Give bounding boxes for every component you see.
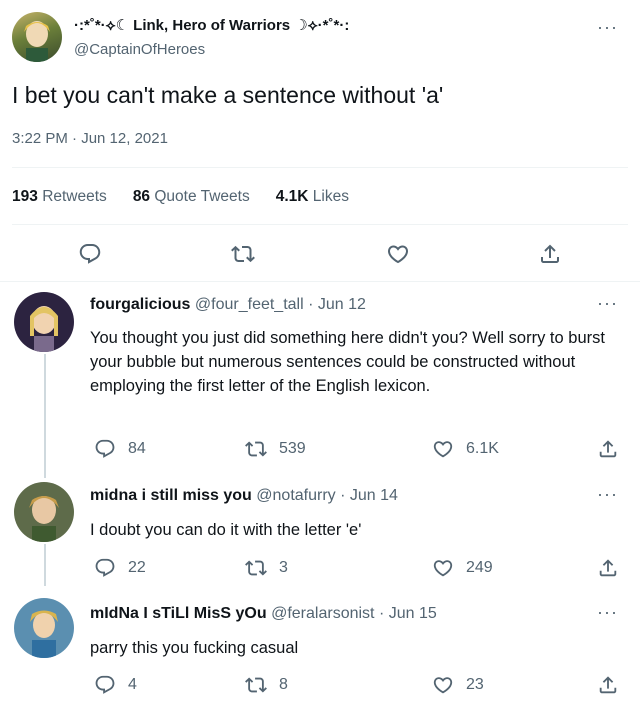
main-tweet-text: I bet you can't make a sentence without … bbox=[12, 82, 444, 108]
retweets-label: Retweets bbox=[42, 188, 107, 205]
more-icon[interactable]: ··· bbox=[597, 294, 618, 312]
reply-display-name[interactable]: midna i still miss you bbox=[90, 487, 252, 504]
share-icon[interactable] bbox=[597, 674, 619, 696]
avatar-image bbox=[30, 610, 58, 658]
reply-text: You thought you just did something here … bbox=[90, 329, 605, 395]
likes-label: Likes bbox=[312, 188, 349, 205]
share-icon[interactable] bbox=[597, 438, 619, 460]
divider bbox=[12, 167, 628, 168]
like-icon[interactable] bbox=[386, 242, 410, 266]
main-display-name[interactable]: ·:*˚*·⟡☾ Link, Hero of Warriors ☽⟡·*˚*·: bbox=[74, 16, 349, 34]
reply-icon[interactable]: 84 bbox=[94, 438, 146, 460]
like-icon[interactable]: 6.1K bbox=[432, 438, 499, 460]
like-icon[interactable]: 23 bbox=[432, 674, 484, 696]
quotes-stat[interactable]: 86 Quote Tweets bbox=[133, 188, 250, 206]
likes-count: 4.1K bbox=[275, 188, 309, 205]
likes-stat[interactable]: 4.1K Likes bbox=[276, 188, 349, 206]
reply-handle[interactable]: @notafurry bbox=[256, 487, 335, 504]
reply-text: parry this you fucking casual bbox=[90, 639, 299, 657]
avatar-image bbox=[24, 21, 50, 62]
reply-icon[interactable] bbox=[78, 242, 102, 266]
retweet-count: 539 bbox=[279, 440, 306, 457]
reply-header: mIdNa I sTiLl MisS yOu @feralarsonist · … bbox=[90, 605, 437, 623]
reply-action-bar: 84 539 6.1K bbox=[0, 438, 640, 464]
reply-avatar[interactable] bbox=[14, 482, 74, 542]
reply-count: 22 bbox=[128, 559, 146, 576]
reply-count: 84 bbox=[128, 440, 146, 457]
reply-icon[interactable]: 22 bbox=[94, 557, 146, 579]
reply-text: I doubt you can do it with the letter 'e… bbox=[90, 521, 362, 539]
reply-header: midna i still miss you @notafurry · Jun … bbox=[90, 487, 398, 505]
main-timestamp[interactable]: 3:22 PM · Jun 12, 2021 bbox=[12, 130, 168, 147]
retweet-icon[interactable] bbox=[231, 242, 255, 266]
like-icon[interactable]: 249 bbox=[432, 557, 493, 579]
reply-date[interactable]: · Jun 14 bbox=[340, 487, 398, 504]
retweet-count: 8 bbox=[279, 676, 288, 693]
reply-avatar[interactable] bbox=[14, 598, 74, 658]
reply-avatar[interactable] bbox=[14, 292, 74, 352]
reply-display-name[interactable]: mIdNa I sTiLl MisS yOu bbox=[90, 605, 267, 622]
like-count: 23 bbox=[466, 676, 484, 693]
reply-icon[interactable]: 4 bbox=[94, 674, 137, 696]
reply-handle[interactable]: @four_feet_tall bbox=[195, 296, 304, 313]
main-avatar[interactable] bbox=[12, 12, 62, 62]
more-icon[interactable]: ··· bbox=[597, 18, 618, 36]
reply-display-name[interactable]: fourgalicious bbox=[90, 296, 190, 313]
avatar-image bbox=[30, 306, 58, 352]
share-icon[interactable] bbox=[538, 242, 562, 266]
reply-header: fourgalicious @four_feet_tall · Jun 12 bbox=[90, 296, 366, 314]
retweet-icon[interactable]: 3 bbox=[245, 557, 288, 579]
like-count: 249 bbox=[466, 559, 493, 576]
reply-action-bar: 22 3 249 bbox=[0, 557, 640, 583]
share-icon[interactable] bbox=[597, 557, 619, 579]
reply-handle[interactable]: @feralarsonist bbox=[271, 605, 374, 622]
more-icon[interactable]: ··· bbox=[597, 485, 618, 503]
retweet-count: 3 bbox=[279, 559, 288, 576]
retweet-icon[interactable]: 8 bbox=[245, 674, 288, 696]
reply-action-bar: 4 8 23 bbox=[0, 674, 640, 700]
reply-date[interactable]: · Jun 15 bbox=[379, 605, 437, 622]
reply-count: 4 bbox=[128, 676, 137, 693]
main-handle[interactable]: @CaptainOfHeroes bbox=[74, 41, 205, 58]
retweet-icon[interactable]: 539 bbox=[245, 438, 306, 460]
avatar-image bbox=[29, 496, 59, 542]
like-count: 6.1K bbox=[466, 440, 499, 457]
quotes-label: Quote Tweets bbox=[154, 188, 250, 205]
tweet-stats: 193 Retweets 86 Quote Tweets 4.1K Likes bbox=[12, 188, 349, 206]
divider bbox=[0, 281, 640, 282]
retweets-stat[interactable]: 193 Retweets bbox=[12, 188, 107, 206]
main-action-bar bbox=[0, 242, 640, 268]
divider bbox=[12, 224, 628, 225]
reply-date[interactable]: · Jun 12 bbox=[308, 296, 366, 313]
quotes-count: 86 bbox=[132, 188, 151, 205]
retweets-count: 193 bbox=[12, 188, 38, 205]
more-icon[interactable]: ··· bbox=[597, 603, 618, 621]
